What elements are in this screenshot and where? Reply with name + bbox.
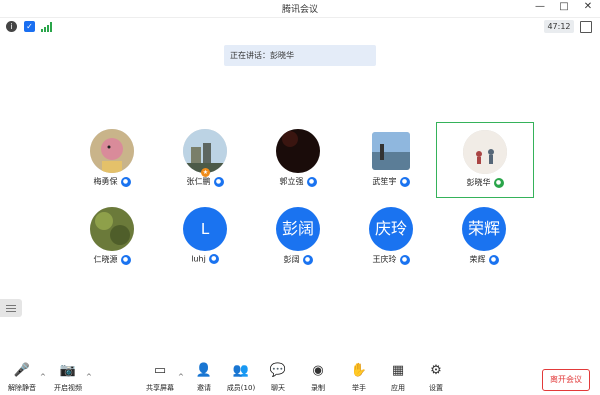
status-row: i ✓ 47:12: [0, 18, 600, 36]
mic-icon: ●: [120, 254, 131, 265]
record-button[interactable]: ◉ 录制: [298, 362, 338, 393]
window-controls: — □ ✕: [534, 1, 594, 12]
shield-icon[interactable]: ✓: [24, 21, 35, 32]
chevron-up-icon[interactable]: ^: [40, 373, 46, 381]
participant-name: luhj: [191, 254, 206, 264]
hand-icon: ✋: [350, 363, 368, 378]
participant-tile[interactable]: 仁晓源 ●: [64, 200, 160, 274]
leave-meeting-button[interactable]: 离开会议: [542, 369, 590, 391]
avatar: [183, 129, 227, 173]
raise-hand-button[interactable]: ✋ 举手: [339, 362, 379, 393]
members-icon: 👥: [232, 363, 250, 378]
participant-tile[interactable]: 彭阔 彭阔 ●: [250, 200, 346, 274]
participant-tile[interactable]: L luhj ●: [157, 200, 253, 274]
participant-name: 梅勇保: [93, 177, 118, 186]
avatar: [372, 132, 410, 170]
avatar: 庆玲: [369, 207, 413, 251]
chevron-up-icon[interactable]: ^: [178, 373, 184, 381]
participant-name: 张仁鹏: [186, 177, 211, 186]
add-user-icon: 👤: [195, 363, 213, 378]
participant-tile-active[interactable]: 彭晓华 ●: [436, 122, 534, 198]
invite-button[interactable]: 👤 邀请: [184, 362, 224, 393]
mic-active-icon: ●: [493, 177, 504, 188]
share-screen-icon: ▭: [153, 363, 167, 378]
members-button[interactable]: 👥 成员(10): [221, 362, 261, 393]
chevron-up-icon[interactable]: ^: [86, 373, 92, 381]
chat-icon: 💬: [269, 363, 287, 378]
avatar: 荣辉: [462, 207, 506, 251]
mic-icon: ●: [488, 254, 499, 265]
mic-icon: ●: [120, 176, 131, 187]
participant-tile[interactable]: ★ 张仁鹏 ●: [157, 122, 253, 196]
apps-icon: ▦: [391, 363, 405, 378]
list-toggle-icon[interactable]: [0, 299, 22, 317]
mic-icon: ●: [213, 176, 224, 187]
participant-name: 荣辉: [469, 255, 486, 264]
speaking-indicator: 正在讲话：彭晓华: [224, 45, 376, 66]
record-icon: ◉: [312, 363, 324, 378]
participant-tile[interactable]: 武笙宇 ●: [343, 122, 439, 196]
participant-name: 王庆玲: [372, 255, 397, 264]
title-bar: 腾讯会议 — □ ✕: [0, 0, 600, 18]
apps-button[interactable]: ▦ 应用: [378, 362, 418, 393]
chat-button[interactable]: 💬 聊天: [258, 362, 298, 393]
mute-button[interactable]: 🎤 解除静音: [2, 362, 42, 393]
avatar: [90, 129, 134, 173]
mic-icon: ●: [306, 176, 317, 187]
close-button[interactable]: ✕: [582, 1, 594, 12]
maximize-button[interactable]: □: [558, 1, 570, 12]
mic-icon: ●: [302, 254, 313, 265]
participant-name: 郭立强: [279, 177, 304, 186]
meeting-timer: 47:12: [544, 20, 574, 33]
avatar: [463, 130, 507, 174]
settings-button[interactable]: ⚙ 设置: [416, 362, 456, 393]
mic-icon: ●: [208, 254, 219, 264]
meeting-toolbar: 🎤 解除静音 ^ 📷 开启视频 ^ ▭ 共享屏幕 ^ 👤 邀请 👥 成员(10)…: [0, 360, 600, 395]
camera-off-icon: 📷: [59, 363, 77, 378]
share-screen-button[interactable]: ▭ 共享屏幕: [140, 362, 180, 393]
window-title: 腾讯会议: [281, 5, 318, 15]
avatar: [276, 129, 320, 173]
signal-icon[interactable]: [41, 22, 53, 32]
participant-tile[interactable]: 荣辉 荣辉 ●: [436, 200, 532, 274]
mic-muted-icon: 🎤: [13, 363, 31, 378]
fullscreen-icon[interactable]: [580, 21, 592, 33]
participant-name: 武笙宇: [372, 177, 397, 186]
avatar: [90, 207, 134, 251]
avatar: 彭阔: [276, 207, 320, 251]
participant-name: 仁晓源: [93, 255, 118, 264]
mic-icon: ●: [399, 176, 410, 187]
info-icon[interactable]: i: [6, 21, 17, 32]
participant-name: 彭阔: [283, 255, 300, 264]
mic-icon: ●: [399, 254, 410, 265]
participant-name: 彭晓华: [466, 178, 491, 187]
avatar: L: [183, 207, 227, 251]
participant-tile[interactable]: 庆玲 王庆玲 ●: [343, 200, 439, 274]
participant-tile[interactable]: 梅勇保 ●: [64, 122, 160, 196]
video-button[interactable]: 📷 开启视频: [48, 362, 88, 393]
participant-tile[interactable]: 郭立强 ●: [250, 122, 346, 196]
minimize-button[interactable]: —: [534, 1, 546, 12]
gear-icon: ⚙: [430, 363, 442, 378]
